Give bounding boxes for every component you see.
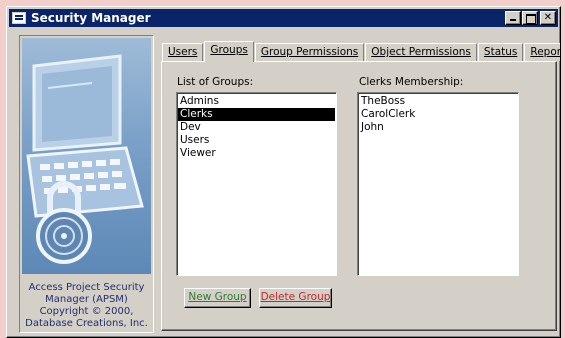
caption-line: Copyright © 2000,	[39, 306, 134, 317]
tab-groups[interactable]: Groups	[204, 41, 254, 62]
membership-label: Clerks Membership:	[359, 76, 464, 88]
groups-listbox[interactable]: Admins Clerks Dev Users Viewer	[176, 92, 337, 276]
tab-reports[interactable]: Reports	[524, 43, 560, 61]
tab-status[interactable]: Status	[477, 43, 524, 61]
side-panel: Access Project Security Manager (APSM) C…	[19, 35, 154, 333]
minimize-button[interactable]	[505, 11, 521, 25]
maximize-button[interactable]	[522, 11, 538, 25]
list-item[interactable]: Dev	[178, 121, 335, 134]
new-group-label: New Group	[188, 291, 247, 303]
security-manager-window: Security Manager ✕ Access Project Securi…	[6, 6, 561, 338]
delete-group-label: Delete Group	[260, 291, 331, 303]
delete-group-button[interactable]: Delete Group	[259, 288, 332, 308]
window-title: Security Manager	[31, 11, 151, 25]
list-item[interactable]: Viewer	[178, 147, 335, 160]
new-group-button[interactable]: New Group	[184, 288, 251, 308]
list-item[interactable]: TheBoss	[359, 95, 517, 108]
list-item[interactable]: Users	[178, 134, 335, 147]
caption-line: Manager (APSM)	[45, 294, 128, 305]
tab-strip: Users Groups Group Permissions Object Pe…	[162, 41, 560, 62]
groups-tab-panel: List of Groups: Admins Clerks Dev Users …	[161, 61, 557, 331]
copyright-caption: Access Project Security Manager (APSM) C…	[20, 282, 153, 330]
list-item[interactable]: John	[359, 121, 517, 134]
caption-line: Database Creations, Inc.	[25, 318, 148, 329]
groups-list-label: List of Groups:	[177, 76, 254, 88]
list-item[interactable]: CarolClerk	[359, 108, 517, 121]
membership-listbox[interactable]: TheBoss CarolClerk John	[357, 92, 519, 276]
list-item[interactable]: Admins	[178, 95, 335, 108]
tab-object-permissions[interactable]: Object Permissions	[365, 43, 477, 61]
list-item-selected[interactable]: Clerks	[178, 108, 335, 121]
close-button[interactable]: ✕	[540, 11, 556, 25]
caption-line: Access Project Security	[28, 282, 145, 293]
tab-users[interactable]: Users	[162, 43, 204, 61]
laptop-lock-illustration	[22, 38, 151, 274]
laptop-lock-icon	[26, 54, 144, 264]
title-bar[interactable]: Security Manager ✕	[9, 9, 558, 27]
app-icon[interactable]	[12, 12, 26, 24]
tab-group-permissions[interactable]: Group Permissions	[254, 43, 365, 61]
